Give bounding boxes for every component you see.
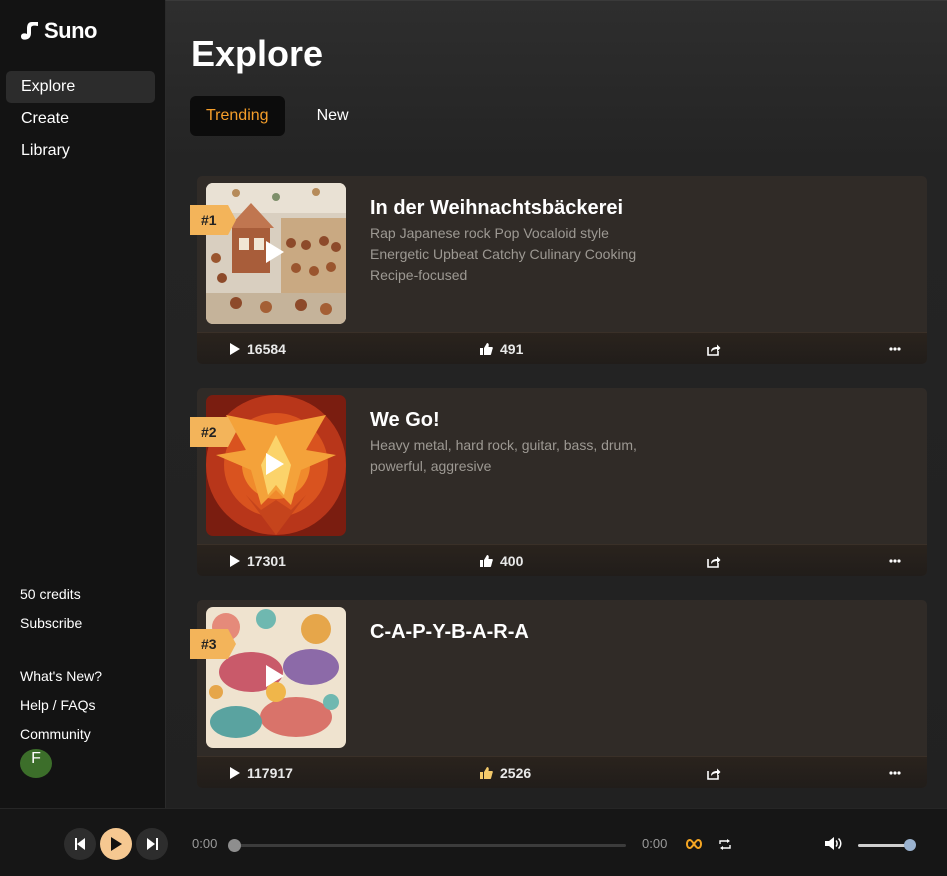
suno-logo-icon <box>21 22 38 40</box>
play-pause-button[interactable] <box>100 828 132 860</box>
share-icon <box>707 344 721 356</box>
play-icon[interactable] <box>266 665 284 687</box>
share-icon <box>707 556 721 568</box>
like-count-value: 2526 <box>500 765 532 781</box>
more-icon <box>889 347 901 351</box>
sidebar-nav: Explore Create Library <box>6 71 155 167</box>
more-icon <box>889 771 901 775</box>
more-options-button[interactable] <box>889 757 901 789</box>
sidebar-item-explore[interactable]: Explore <box>6 71 155 103</box>
infinity-icon <box>685 838 703 850</box>
tab-new[interactable]: New <box>301 96 365 136</box>
rank-badge: #1 <box>190 205 236 235</box>
thumbs-up-icon <box>480 343 493 355</box>
like-count[interactable]: 400 <box>480 545 523 577</box>
sidebar-item-create[interactable]: Create <box>6 103 155 135</box>
play-count[interactable]: 17301 <box>230 545 286 577</box>
subscribe-link[interactable]: Subscribe <box>20 613 102 642</box>
song-stats-bar: 17301 400 <box>197 544 927 576</box>
play-count-value: 16584 <box>247 341 286 357</box>
song-card[interactable]: #2 We Go! Heavy metal, hard rock, guitar… <box>190 388 927 576</box>
more-icon <box>889 559 901 563</box>
sidebar-footer: 50 credits Subscribe What's New? Help / … <box>20 584 102 778</box>
sidebar-item-library[interactable]: Library <box>6 135 155 167</box>
like-count-value: 491 <box>500 341 524 357</box>
page-title: Explore <box>191 33 324 74</box>
suno-logo[interactable]: Suno <box>20 18 98 44</box>
share-button[interactable] <box>707 333 721 365</box>
thumbs-up-icon <box>480 767 493 779</box>
play-count-value: 17301 <box>247 553 286 569</box>
rank-badge: #2 <box>190 417 236 447</box>
whats-new-link[interactable]: What's New? <box>20 666 102 695</box>
volume-knob[interactable] <box>904 839 916 851</box>
song-card[interactable]: #1 In der Weihnachtsbäckerei Rap Japanes… <box>190 176 927 364</box>
play-icon <box>111 837 122 851</box>
previous-button[interactable] <box>64 828 96 860</box>
repeat-button[interactable] <box>719 837 731 855</box>
share-button[interactable] <box>707 757 721 789</box>
repeat-icon <box>719 839 731 850</box>
like-count-value: 400 <box>500 553 524 569</box>
play-count-value: 117917 <box>247 765 293 781</box>
progress-knob[interactable] <box>228 839 241 852</box>
play-icon <box>230 555 240 567</box>
volume-button[interactable] <box>825 837 843 855</box>
sidebar: Suno Explore Create Library 50 credits S… <box>0 0 165 808</box>
song-tags: Heavy metal, hard rock, guitar, bass, dr… <box>370 437 637 474</box>
song-title[interactable]: In der Weihnachtsbäckerei <box>370 197 623 220</box>
thumbs-up-icon <box>480 555 493 567</box>
main-content: Explore Trending New #1 In der Weihnacht… <box>165 0 947 808</box>
song-tags: Rap Japanese rock Pop Vocaloid style Ene… <box>370 225 637 283</box>
play-icon <box>230 767 240 779</box>
total-time: 0:00 <box>642 836 668 851</box>
skip-next-icon <box>146 838 158 850</box>
song-card[interactable]: #3 C-A-P-Y-B-A-R-A 117917 2526 <box>190 600 927 788</box>
more-options-button[interactable] <box>889 545 901 577</box>
play-count[interactable]: 16584 <box>230 333 286 365</box>
play-icon <box>230 343 240 355</box>
rank-badge: #3 <box>190 629 236 659</box>
skip-previous-icon <box>74 838 85 850</box>
tab-bar: Trending New <box>190 96 365 136</box>
play-count[interactable]: 117917 <box>230 757 293 789</box>
more-options-button[interactable] <box>889 333 901 365</box>
volume-icon <box>825 837 842 850</box>
current-time: 0:00 <box>192 836 218 851</box>
credits-label: 50 credits <box>20 586 81 602</box>
share-icon <box>707 768 721 780</box>
song-stats-bar: 16584 491 <box>197 332 927 364</box>
tab-trending[interactable]: Trending <box>190 96 285 136</box>
play-icon[interactable] <box>266 241 284 263</box>
avatar[interactable]: F <box>20 749 52 778</box>
play-icon[interactable] <box>266 453 284 475</box>
progress-slider[interactable] <box>228 839 626 852</box>
player-bar: 0:00 0:00 <box>0 808 947 876</box>
like-count[interactable]: 2526 <box>480 757 531 789</box>
infinite-loop-button[interactable] <box>685 836 703 854</box>
help-faqs-link[interactable]: Help / FAQs <box>20 695 102 724</box>
share-button[interactable] <box>707 545 721 577</box>
song-title[interactable]: C-A-P-Y-B-A-R-A <box>370 621 529 644</box>
song-stats-bar: 117917 2526 <box>197 756 927 788</box>
like-count[interactable]: 491 <box>480 333 523 365</box>
brand-name: Suno <box>44 18 98 43</box>
next-button[interactable] <box>136 828 168 860</box>
volume-slider[interactable] <box>858 839 916 851</box>
song-title[interactable]: We Go! <box>370 409 440 432</box>
